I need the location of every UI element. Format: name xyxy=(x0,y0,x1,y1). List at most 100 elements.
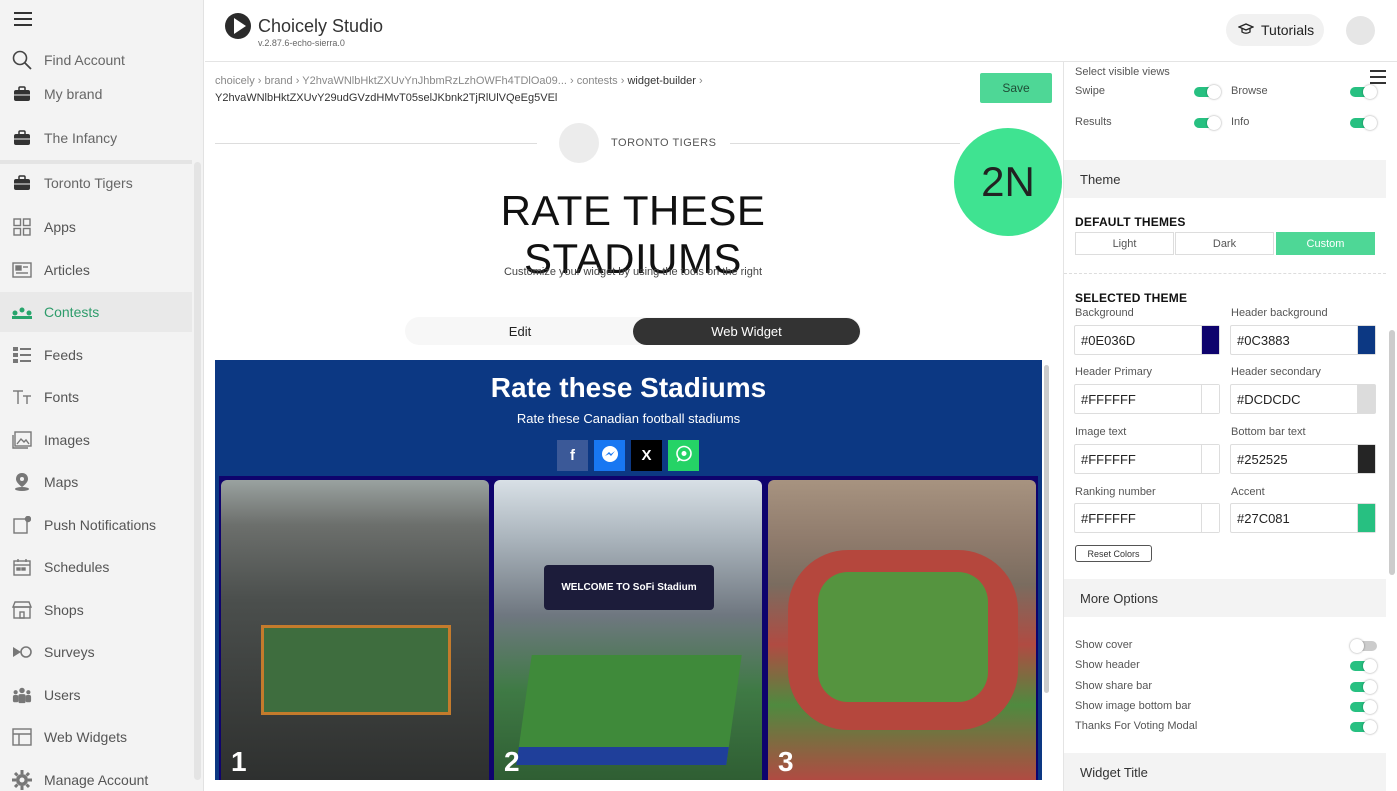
sidebar-item-shops[interactable]: Shops xyxy=(0,590,192,630)
sidebar-item-apps[interactable]: Apps xyxy=(0,207,192,247)
theme-dark-button[interactable]: Dark xyxy=(1175,232,1274,255)
sidebar-item-label: Contests xyxy=(44,304,100,320)
breadcrumb-brand-id[interactable]: Y2hvaWNlbHktZXUvYnJhbmRzLzhOWFh4TDlOa09.… xyxy=(302,75,567,87)
sidebar-item-label: Toronto Tigers xyxy=(44,175,133,191)
color-label: Accent xyxy=(1231,486,1265,498)
panel-menu-icon[interactable] xyxy=(1370,70,1386,84)
color-swatch[interactable] xyxy=(1357,326,1375,354)
option-label: Show image bottom bar xyxy=(1075,700,1192,712)
toggle-results[interactable] xyxy=(1194,116,1221,130)
messenger-share-button[interactable] xyxy=(594,440,625,471)
stadium-card[interactable]: 3 xyxy=(768,480,1036,780)
tutorials-button[interactable]: Tutorials xyxy=(1226,14,1324,46)
header-background-color-input[interactable]: #0C3883 xyxy=(1230,325,1376,355)
calendar-icon xyxy=(12,557,32,577)
color-swatch[interactable] xyxy=(1201,385,1219,413)
sidebar-item-maps[interactable]: Maps xyxy=(0,462,192,502)
whatsapp-share-button[interactable] xyxy=(668,440,699,471)
stadium-card[interactable]: 1 xyxy=(221,480,489,780)
header-secondary-color-input[interactable]: #DCDCDC xyxy=(1230,384,1376,414)
more-options-section-header[interactable]: More Options xyxy=(1064,579,1386,617)
selected-theme-label: SELECTED THEME xyxy=(1075,291,1188,305)
color-swatch[interactable] xyxy=(1357,385,1375,413)
sidebar-item-label: Users xyxy=(44,687,81,703)
sidebar-item-the-infancy[interactable]: The Infancy xyxy=(0,118,192,158)
color-value: #27C081 xyxy=(1237,510,1290,526)
theme-custom-button[interactable]: Custom xyxy=(1276,232,1375,255)
user-avatar[interactable] xyxy=(1346,16,1375,45)
toggle-show-cover[interactable] xyxy=(1350,639,1377,653)
color-swatch[interactable] xyxy=(1201,504,1219,532)
breadcrumb-choicely[interactable]: choicely xyxy=(215,75,255,87)
x-share-button[interactable]: X xyxy=(631,440,662,471)
toggle-show-header[interactable] xyxy=(1350,659,1377,673)
breadcrumb-contests[interactable]: contests xyxy=(577,75,618,87)
sidebar-item-toronto-tigers[interactable]: Toronto Tigers xyxy=(0,163,192,203)
hamburger-menu-icon[interactable] xyxy=(14,12,32,26)
toggle-swipe[interactable] xyxy=(1194,85,1221,99)
breadcrumb-widget-builder[interactable]: widget-builder xyxy=(627,75,695,87)
gear-icon xyxy=(12,770,32,790)
toggle-show-share-bar[interactable] xyxy=(1350,680,1377,694)
sidebar-item-my-brand[interactable]: My brand xyxy=(0,74,192,114)
save-button[interactable]: Save xyxy=(980,73,1052,103)
color-swatch[interactable] xyxy=(1201,445,1219,473)
reset-colors-button[interactable]: Reset Colors xyxy=(1075,545,1152,562)
widget-title-section-header[interactable]: Widget Title xyxy=(1064,753,1386,791)
team-name: TORONTO TIGERS xyxy=(611,137,717,149)
sidebar-item-push-notifications[interactable]: Push Notifications xyxy=(0,505,192,545)
color-swatch[interactable] xyxy=(1357,445,1375,473)
preview-scrollbar[interactable] xyxy=(1044,365,1049,693)
accent-color-input[interactable]: #27C081 xyxy=(1230,503,1376,533)
theme-section-header[interactable]: Theme xyxy=(1064,160,1386,198)
image-text-color-input[interactable]: #FFFFFF xyxy=(1074,444,1220,474)
breadcrumb-brand[interactable]: brand xyxy=(265,75,293,87)
sidebar-item-manage-account[interactable]: Manage Account xyxy=(0,760,192,791)
sidebar-item-surveys[interactable]: Surveys xyxy=(0,632,192,672)
sidebar-item-label: Find Account xyxy=(44,52,125,68)
color-value: #252525 xyxy=(1237,451,1288,467)
sidebar-item-feeds[interactable]: Feeds xyxy=(0,335,192,375)
toggle-info[interactable] xyxy=(1350,116,1377,130)
color-swatch[interactable] xyxy=(1201,326,1219,354)
toggle-show-image-bottom-bar[interactable] xyxy=(1350,700,1377,714)
ranking-number-color-input[interactable]: #FFFFFF xyxy=(1074,503,1220,533)
stadium-card[interactable]: WELCOME TO SoFi Stadium 2 xyxy=(494,480,762,780)
map-pin-icon xyxy=(12,472,32,492)
sidebar-item-contests[interactable]: Contests xyxy=(0,292,192,332)
sidebar-item-users[interactable]: Users xyxy=(0,675,192,715)
facebook-share-button[interactable]: f xyxy=(557,440,588,471)
sidebar-item-label: The Infancy xyxy=(44,130,118,146)
tab-edit[interactable]: Edit xyxy=(405,317,635,345)
whatsapp-icon xyxy=(675,445,693,467)
header-primary-color-input[interactable]: #FFFFFF xyxy=(1074,384,1220,414)
toggle-thanks-modal[interactable] xyxy=(1350,720,1377,734)
sidebar-scrollbar[interactable] xyxy=(194,162,201,780)
sidebar-item-label: Shops xyxy=(44,602,84,618)
divider xyxy=(730,143,960,144)
view-label: Browse xyxy=(1231,85,1268,97)
toggle-browse[interactable] xyxy=(1350,85,1377,99)
sidebar-item-images[interactable]: Images xyxy=(0,420,192,460)
sidebar-item-schedules[interactable]: Schedules xyxy=(0,547,192,587)
color-value: #FFFFFF xyxy=(1081,391,1136,407)
tab-web-widget[interactable]: Web Widget xyxy=(633,318,860,345)
widget-title: Rate these Stadiums xyxy=(490,372,767,403)
theme-light-button[interactable]: Light xyxy=(1075,232,1174,255)
sidebar-item-fonts[interactable]: Fonts xyxy=(0,377,192,417)
briefcase-icon xyxy=(12,173,32,193)
sidebar-item-web-widgets[interactable]: Web Widgets xyxy=(0,717,192,757)
divider xyxy=(215,143,537,144)
sidebar-item-label: Web Widgets xyxy=(44,729,127,745)
bottom-bar-text-color-input[interactable]: #252525 xyxy=(1230,444,1376,474)
users-icon xyxy=(12,685,32,705)
panel-scrollbar[interactable] xyxy=(1389,330,1395,575)
background-color-input[interactable]: #0E036D xyxy=(1074,325,1220,355)
color-swatch[interactable] xyxy=(1357,504,1375,532)
sidebar-item-articles[interactable]: Articles xyxy=(0,250,192,290)
briefcase-icon xyxy=(12,84,32,104)
color-value: #DCDCDC xyxy=(1237,391,1301,407)
color-label: Header background xyxy=(1231,307,1328,319)
ranking-number: 1 xyxy=(231,746,247,777)
team-avatar xyxy=(559,123,599,163)
